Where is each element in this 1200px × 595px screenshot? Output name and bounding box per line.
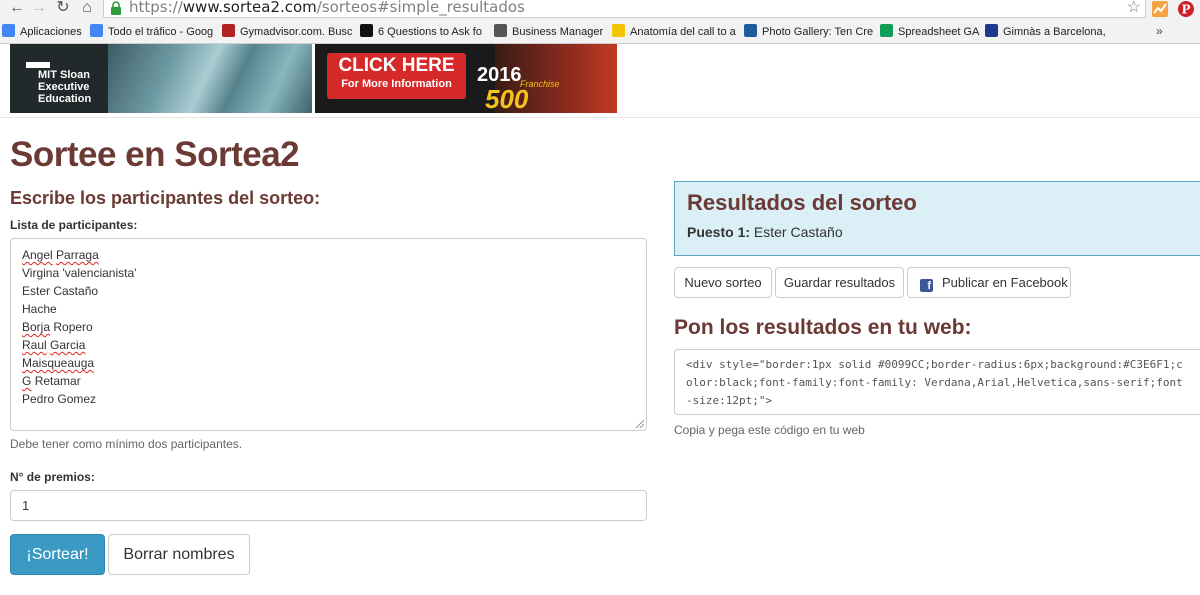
bookmark-label: Gymadvisor.com. Busc [240, 26, 353, 38]
ad-line-1: MIT Sloan [38, 69, 90, 81]
bookmark-label: Aplicaciones [20, 26, 82, 38]
bookmark-item[interactable]: Aplicaciones [2, 24, 86, 40]
clear-names-button[interactable]: Borrar nombres [108, 534, 250, 575]
bulb-icon [612, 24, 625, 37]
position-label: Puesto 1: [687, 224, 751, 240]
participant-line: Maisqueauga [22, 356, 95, 370]
ad-line-3: Education [38, 93, 92, 105]
divider [0, 117, 1200, 118]
mit-logo-mark-icon [26, 62, 50, 68]
url-text: https://www.sortea2.com/sorteos#simple_r… [129, 0, 525, 16]
participant-line: Ester Castaño [22, 284, 99, 298]
participant-line: G Retamar [22, 374, 81, 388]
bookmark-label: 6 Questions to Ask fo [378, 26, 482, 38]
facebook-share-label: Publicar en Facebook [942, 275, 1068, 290]
dir-icon [985, 24, 998, 37]
bookmark-label: Spreadsheet GA [898, 26, 980, 38]
pinterest-icon[interactable]: P [1177, 0, 1195, 18]
franchise-ad-banner[interactable]: CLICK HERE For More Information 2016 Fra… [315, 44, 617, 113]
bookmark-item[interactable]: Gymadvisor.com. Busc [222, 24, 356, 40]
bookmark-label: Business Manager [512, 26, 604, 38]
page-title: Sortee en Sortea2 [10, 135, 300, 174]
resize-grip-icon[interactable] [636, 420, 644, 428]
bookmarks-overflow-icon[interactable]: » [1156, 24, 1163, 38]
google-icon [90, 24, 103, 37]
ad-photo [108, 44, 312, 113]
apps-grid-icon [2, 24, 15, 37]
ad-line-2: Executive [38, 81, 90, 93]
winner-line: Puesto 1: Ester Castaño [687, 224, 843, 240]
participant-line: Borja Ropero [22, 320, 93, 334]
c-logo-icon [360, 24, 373, 37]
participants-heading: Escribe los participantes del sorteo: [10, 188, 321, 208]
ad-badge: 500 [485, 84, 529, 113]
address-bar[interactable]: https://www.sortea2.com/sorteos#simple_r… [103, 0, 1146, 18]
home-icon[interactable]: ⌂ [78, 0, 96, 16]
back-arrow-icon[interactable]: ← [8, 0, 26, 16]
bookmarks-bar: Aplicaciones Todo el tráfico - Goog Gymadv… [0, 20, 1200, 44]
save-results-button[interactable]: Guardar resultados [775, 267, 904, 298]
embed-hint: Copia y pega este código en tu web [674, 423, 865, 437]
embed-heading: Pon los resultados en tu web: [674, 316, 972, 339]
bookmark-label: Photo Gallery: Ten Cre [762, 26, 874, 38]
draw-button[interactable]: ¡Sortear! [10, 534, 105, 575]
gymadvisor-icon [222, 24, 235, 37]
gallery-icon [744, 24, 757, 37]
participant-line: Pedro Gomez [22, 392, 97, 406]
participants-label: Lista de participantes: [10, 218, 138, 232]
cta-subline: For More Information [341, 78, 452, 90]
browser-toolbar: ← → ↻ ⌂ https://www.sortea2.com/sorteos#… [0, 0, 1200, 20]
bookmark-label: Todo el tráfico - Goog [108, 26, 214, 38]
participant-line: Angel Parraga [22, 248, 99, 262]
bookmark-item[interactable]: Spreadsheet GA [880, 24, 980, 40]
mit-sloan-logo: MIT Sloan Executive Education [18, 62, 96, 107]
winner-name: Ester Castaño [753, 224, 843, 240]
bookmark-item[interactable]: Business Manager [494, 24, 608, 40]
embed-code-textarea[interactable]: <div style="border:1px solid #0099CC;bor… [674, 349, 1200, 415]
bookmark-item[interactable]: Todo el tráfico - Goog [90, 24, 218, 40]
new-draw-button[interactable]: Nuevo sorteo [674, 267, 772, 298]
sheets-icon [880, 24, 893, 37]
bookmark-item[interactable]: Photo Gallery: Ten Cre [744, 24, 876, 40]
facebook-share-button[interactable]: f Publicar en Facebook [907, 267, 1071, 298]
participants-hint: Debe tener como mínimo dos participantes… [10, 437, 243, 451]
participant-line: Hache [22, 302, 57, 316]
prizes-label: N° de premios: [10, 470, 95, 484]
mit-sloan-ad-banner[interactable]: MIT Sloan Executive Education [10, 44, 312, 113]
reload-icon[interactable]: ↻ [54, 0, 72, 16]
svg-text:P: P [1181, 3, 1190, 17]
bookmark-label: Gimnàs a Barcelona, F [1003, 26, 1109, 38]
embed-code: <div style="border:1px solid #0099CC;bor… [686, 358, 1183, 414]
results-title: Resultados del sorteo [687, 190, 917, 215]
bookmark-item[interactable]: 6 Questions to Ask fo [360, 24, 490, 40]
facebook-icon: f [920, 279, 933, 292]
bookmark-item[interactable]: Gimnàs a Barcelona, F [985, 24, 1109, 40]
business-manager-icon [494, 24, 507, 37]
participants-textarea[interactable]: Angel Parraga Virgina 'valencianista' Este… [10, 238, 647, 431]
bookmark-label: Anatomía del call to a [630, 26, 736, 38]
forward-arrow-icon[interactable]: → [30, 0, 48, 16]
analytics-extension-icon[interactable] [1151, 0, 1169, 18]
participant-line: Raul Garcia [22, 338, 86, 352]
results-panel: Resultados del sorteo Puesto 1: Ester Ca… [674, 181, 1200, 256]
bookmark-star-icon[interactable]: ☆ [1127, 0, 1141, 16]
participant-line: Virgina 'valencianista' [22, 266, 137, 280]
cta-headline: CLICK HERE [338, 55, 455, 76]
prizes-input[interactable]: 1 [10, 490, 647, 521]
click-here-button[interactable]: CLICK HERE For More Information [327, 53, 466, 99]
bookmark-item[interactable]: Anatomía del call to a [612, 24, 740, 40]
lock-icon [111, 1, 121, 15]
